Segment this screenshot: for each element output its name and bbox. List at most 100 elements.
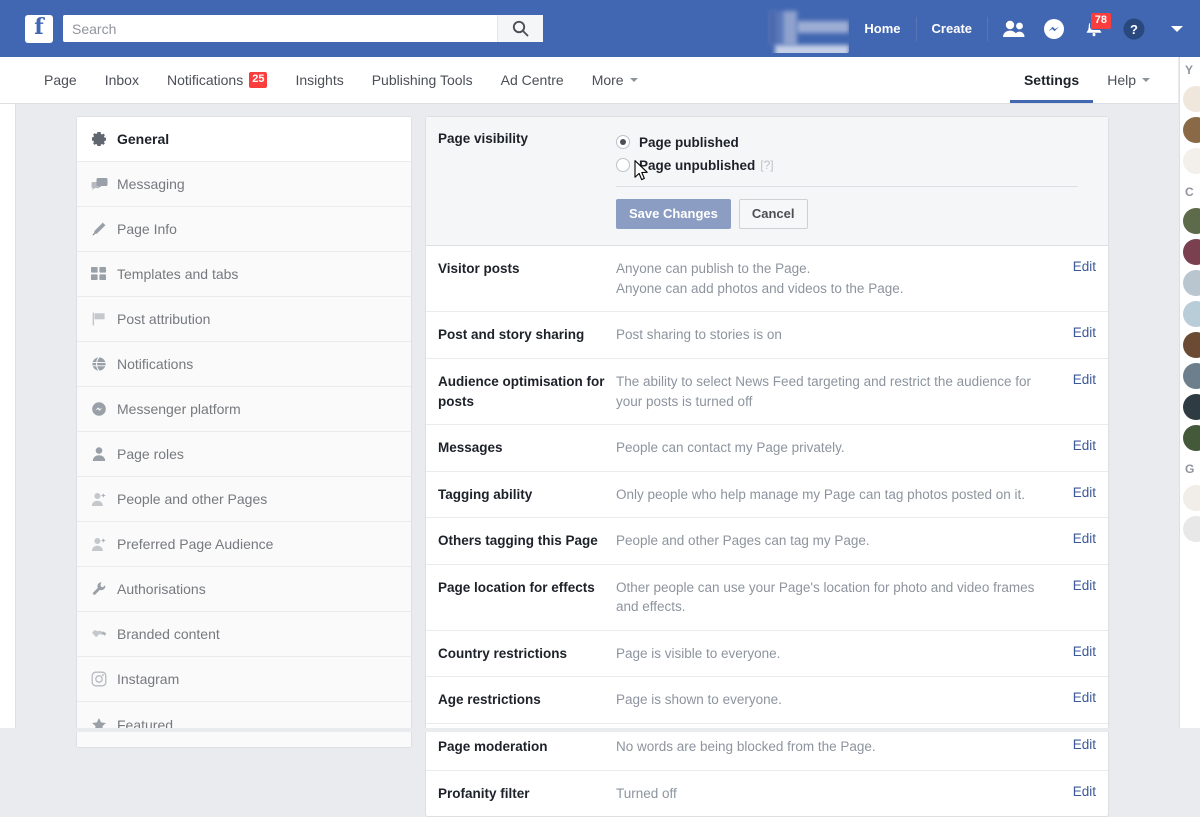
rail-section-heading: C [1180,179,1200,203]
avatar[interactable] [1183,516,1200,542]
chat-contacts-rail[interactable]: Y C G [1179,57,1200,732]
profile-name-chip[interactable] [761,0,855,57]
tab-more[interactable]: More [578,57,652,103]
tab-publishing-tools[interactable]: Publishing Tools [358,57,487,103]
edit-link[interactable]: Edit [1056,737,1108,757]
setting-row-country-restrictions: Country restrictions Page is visible to … [426,631,1108,678]
radio-page-published[interactable]: Page published [616,131,1078,153]
sidebar-item-label: Messenger platform [117,401,241,417]
cancel-button[interactable]: Cancel [739,199,808,229]
avatar[interactable] [1183,394,1200,420]
rail-section-heading: G [1180,456,1200,480]
sidebar-item-page-roles[interactable]: Page roles [77,432,411,477]
edit-link[interactable]: Edit [1056,644,1108,664]
page-tabs-right: Settings Help [1010,57,1164,103]
edit-link[interactable]: Edit [1056,259,1108,298]
edit-link[interactable]: Edit [1056,372,1108,411]
avatar[interactable] [1183,117,1200,143]
sidebar-item-notifications[interactable]: Notifications [77,342,411,387]
home-link[interactable]: Home [855,14,909,44]
radio-label: Page published [639,135,739,150]
avatar[interactable] [1183,208,1200,234]
nav-divider [987,17,988,41]
avatar[interactable] [1183,332,1200,358]
help-icon[interactable]: ? [1114,12,1154,46]
edit-link[interactable]: Edit [1056,325,1108,345]
setting-label: Post and story sharing [426,325,616,345]
flag-icon [91,311,117,327]
friend-requests-icon[interactable] [994,12,1034,46]
avatar[interactable] [1183,239,1200,265]
sidebar-item-messenger-platform[interactable]: Messenger platform [77,387,411,432]
setting-row-visitor-posts: Visitor posts Anyone can publish to the … [426,246,1108,312]
sidebar-item-post-attribution[interactable]: Post attribution [77,297,411,342]
search-bar[interactable] [63,15,543,42]
edit-link[interactable]: Edit [1056,578,1108,617]
avatar[interactable] [1183,485,1200,511]
sidebar-item-label: Page roles [117,446,184,462]
person-icon [91,446,117,462]
avatar[interactable] [1183,148,1200,174]
top-navigation-right: Home Create 78 [761,0,1200,57]
sidebar-item-page-info[interactable]: Page Info [77,207,411,252]
sidebar-item-templates-and-tabs[interactable]: Templates and tabs [77,252,411,297]
gear-icon [91,131,117,147]
sidebar-item-featured[interactable]: Featured [77,702,411,747]
sidebar-item-preferred-page-audience[interactable]: Preferred Page Audience [77,522,411,567]
edit-link[interactable]: Edit [1056,438,1108,458]
search-input[interactable] [63,16,497,41]
setting-value: People and other Pages can tag my Page. [616,531,1056,551]
grid-squares-icon [91,266,117,282]
settings-content: General Messaging Page Info [0,104,1178,732]
help-hint-icon[interactable]: [?] [760,158,773,172]
facebook-logo[interactable]: f [25,15,53,43]
setting-label: Audience optimisation for posts [426,372,616,411]
edit-link[interactable]: Edit [1056,784,1108,804]
tab-notifications[interactable]: Notifications 25 [153,57,282,103]
sidebar-item-label: Page Info [117,221,177,237]
messenger-icon[interactable] [1034,12,1074,46]
save-changes-button[interactable]: Save Changes [616,199,731,229]
edit-link[interactable]: Edit [1056,531,1108,551]
sidebar-item-instagram[interactable]: Instagram [77,657,411,702]
setting-value: Anyone can publish to the Page. Anyone c… [616,259,1056,298]
tab-label: Help [1107,72,1136,88]
tab-help[interactable]: Help [1093,57,1164,103]
avatar[interactable] [1183,301,1200,327]
chevron-down-icon [1171,26,1183,32]
create-link[interactable]: Create [923,14,981,44]
avatar[interactable] [1183,425,1200,451]
tab-settings[interactable]: Settings [1010,57,1093,103]
avatar[interactable] [1183,86,1200,112]
tab-label: Ad Centre [501,72,564,88]
tab-page[interactable]: Page [30,57,91,103]
sidebar-item-label: Authorisations [117,581,206,597]
globe-icon [91,356,117,372]
divider [616,186,1078,187]
avatar[interactable] [1183,270,1200,296]
tab-label: More [592,72,624,88]
avatar[interactable] [1183,363,1200,389]
tab-insights[interactable]: Insights [281,57,357,103]
edit-link[interactable]: Edit [1056,690,1108,710]
account-menu-icon[interactable] [1154,12,1200,46]
page-tabs-left: Page Inbox Notifications 25 Insights Pub… [30,57,652,103]
setting-value: Post sharing to stories is on [616,325,1056,345]
sidebar-item-messaging[interactable]: Messaging [77,162,411,207]
sidebar-item-people-and-other-pages[interactable]: People and other Pages [77,477,411,522]
tab-label: Publishing Tools [372,72,473,88]
radio-page-unpublished[interactable]: Page unpublished [?] [616,154,1078,176]
radio-indicator[interactable] [616,158,630,172]
tab-ad-centre[interactable]: Ad Centre [487,57,578,103]
setting-row-profanity-filter: Profanity filter Turned off Edit [426,771,1108,817]
tab-inbox[interactable]: Inbox [91,57,153,103]
edit-link[interactable]: Edit [1056,485,1108,505]
sidebar-item-general[interactable]: General [77,117,411,162]
notifications-icon[interactable]: 78 [1074,12,1114,46]
search-icon[interactable] [497,15,543,42]
sidebar-item-branded-content[interactable]: Branded content [77,612,411,657]
setting-label: Age restrictions [426,690,616,710]
sidebar-item-authorisations[interactable]: Authorisations [77,567,411,612]
chevron-down-icon [1142,78,1150,82]
radio-indicator[interactable] [616,135,630,149]
